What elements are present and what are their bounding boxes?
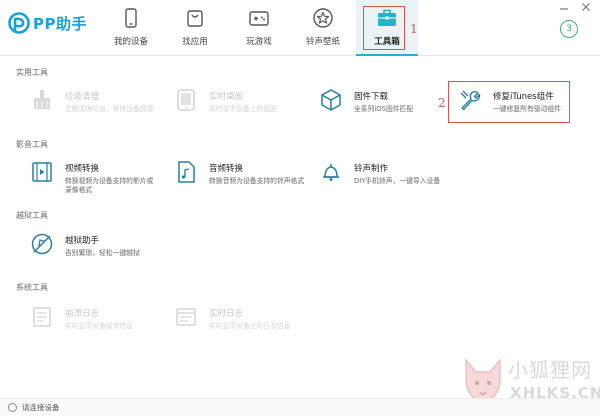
nav-toolbox[interactable]: 工具箱: [356, 0, 418, 56]
section-title-practical: 实用工具: [16, 68, 48, 77]
star-icon: [313, 8, 333, 28]
tool-name: 崩溃日志: [65, 309, 100, 319]
bag-icon: [187, 10, 203, 27]
nav-ringtones-wallpaper[interactable]: 铃声壁纸: [292, 0, 354, 56]
tool-desc: 实时显示设备上的画面: [209, 105, 277, 113]
tool-name: 视频转换: [65, 164, 100, 174]
tool-name: 固件下载: [354, 92, 389, 102]
broom-icon: [34, 90, 50, 109]
nav-label: 玩游戏: [246, 37, 272, 47]
gamepad-icon: [249, 11, 269, 26]
status-bar: 请连接设备: [0, 398, 600, 416]
nav-find-apps[interactable]: 找应用: [164, 0, 226, 56]
status-text: 请连接设备: [22, 403, 60, 412]
phone-icon: [125, 8, 137, 28]
tool-itunes-repair[interactable]: 修复iTunes组件 一键修复所有驱动组件: [458, 88, 561, 114]
tool-desc: 实时显示设备崩溃信息: [65, 322, 133, 330]
pp-logo-icon: [8, 12, 30, 34]
tool-name: 实时日志: [209, 309, 244, 319]
nav-label: 我的设备: [113, 37, 148, 47]
app-logo: PP助手: [8, 12, 87, 34]
tool-desc: 转换音频为设备支持的铃声格式: [209, 177, 305, 185]
annotation-marker-2: 2: [438, 96, 446, 110]
section-title-media: 影音工具: [16, 140, 48, 149]
tool-desc: 定期清理垃圾，保持设备健康: [65, 105, 154, 113]
connection-status-icon: [8, 403, 17, 412]
tool-name: 垃圾清理: [65, 92, 100, 102]
tool-name: 音频转换: [209, 164, 244, 174]
nav-label: 工具箱: [374, 37, 400, 47]
app-title: PP助手: [33, 14, 87, 33]
music-file-icon: [178, 161, 195, 183]
close-icon[interactable]: [580, 1, 592, 13]
nav-games[interactable]: 玩游戏: [228, 0, 290, 56]
crash-log-icon: [33, 307, 51, 327]
nav-my-device[interactable]: 我的设备: [100, 0, 162, 56]
cube-icon: [321, 89, 341, 111]
realtime-log-icon: [176, 308, 196, 326]
jailbreak-icon: [31, 233, 53, 255]
tool-junk-clean: 垃圾清理 定期清理垃圾，保持设备健康: [30, 88, 153, 114]
section-title-jailbreak: 越狱工具: [16, 211, 48, 220]
watermark-text-1: 小狐狸网: [508, 358, 592, 382]
tool-audio-convert[interactable]: 音频转换 转换音频为设备支持的铃声格式: [174, 160, 304, 186]
tool-desc: 转换视频为设备支持的影片或录像格式: [65, 177, 154, 194]
tool-name: 铃声制作: [354, 164, 389, 174]
nav-label: 找应用: [182, 37, 208, 47]
section-title-system: 系统工具: [16, 283, 48, 292]
tool-name: 越狱助手: [65, 236, 100, 246]
tablet-screen-icon: [177, 89, 195, 111]
main-nav: 我的设备 找应用 玩游戏 铃声壁纸 工具箱: [100, 0, 420, 56]
bell-icon: [323, 164, 339, 181]
toolbox-icon: [378, 9, 396, 26]
video-film-icon: [32, 162, 52, 182]
tool-firmware-download[interactable]: 固件下载 全系列iOS固件匹配: [319, 88, 413, 114]
tool-name: 实时桌面: [209, 92, 244, 102]
annotation-marker-1: 1: [410, 22, 418, 36]
minimize-icon[interactable]: [558, 1, 570, 13]
tool-realtime-log: 实时日志 实时显示设备上的日志信息: [174, 305, 291, 331]
tool-desc: 告别繁琐，轻松一键越狱: [65, 249, 140, 257]
tool-live-desktop: 实时桌面 实时显示设备上的画面: [174, 88, 277, 114]
tool-video-convert[interactable]: 视频转换 转换视频为设备支持的影片或录像格式: [30, 160, 160, 195]
window-controls: [558, 0, 592, 14]
tool-ringtone-maker[interactable]: 铃声制作 DIY手机铃声，一键导入设备: [319, 160, 440, 186]
top-header: PP助手 我的设备 找应用 玩游戏 铃声壁纸 工具箱 3: [0, 0, 600, 56]
tool-desc: 实时显示设备上的日志信息: [209, 322, 291, 330]
tool-desc: 全系列iOS固件匹配: [354, 105, 414, 113]
nav-label: 铃声壁纸: [305, 37, 340, 47]
update-badge[interactable]: 3: [560, 20, 578, 38]
tool-crash-log: 崩溃日志 实时显示设备崩溃信息: [30, 305, 133, 331]
tool-jailbreak-helper[interactable]: 越狱助手 告别繁琐，轻松一键越狱: [30, 232, 140, 258]
tool-desc: DIY手机铃声，一键导入设备: [354, 177, 441, 185]
wrench-icon: [460, 90, 481, 111]
tool-name: 修复iTunes组件: [493, 92, 554, 102]
tool-desc: 一键修复所有驱动组件: [493, 105, 561, 113]
